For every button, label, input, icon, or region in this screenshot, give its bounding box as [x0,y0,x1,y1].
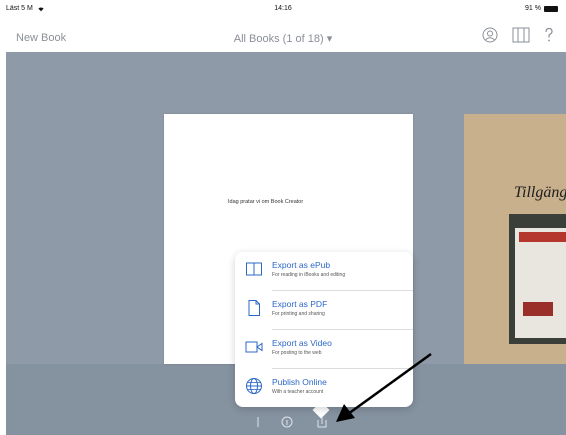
bookshelf-icon[interactable] [512,27,530,43]
menu-item-subtitle: With a teacher account [272,389,324,395]
book-icon [246,262,262,276]
export-popover: Export as ePub For reading in iBooks and… [235,252,413,407]
status-bar: Läst 5 M 14:16 91 % [0,0,566,22]
book2-photo-screen [515,228,566,338]
globe-icon [246,378,262,394]
video-icon [245,341,263,353]
export-video-item[interactable]: Export as Video For posting to the web [235,330,413,368]
menu-item-subtitle: For posting to the web [272,350,322,356]
menu-item-title: Publish Online [272,377,327,387]
status-right: 91 % [525,5,558,12]
document-icon [248,300,260,316]
nav-icons [482,27,554,43]
battery-percent: 91 % [525,5,541,12]
menu-item-title: Export as ePub [272,260,331,270]
nav-bar: New Book All Books (1 of 18) ▾ [0,22,566,52]
menu-item-title: Export as Video [272,338,332,348]
publish-online-item[interactable]: Publish Online With a teacher account [235,369,413,407]
book2-title: Tillgäng [514,184,566,201]
info-icon[interactable] [281,416,293,428]
book2-photo [509,214,566,344]
export-epub-item[interactable]: Export as ePub For reading in iBooks and… [235,252,413,290]
help-icon[interactable] [544,27,554,43]
menu-item-subtitle: For printing and sharing [272,311,325,317]
account-icon[interactable] [482,27,498,43]
menu-item-title: Export as PDF [272,299,328,309]
share-icon[interactable] [316,416,328,428]
menu-item-subtitle: For reading in iBooks and editing [272,272,346,278]
export-pdf-item[interactable]: Export as PDF For printing and sharing [235,291,413,329]
status-time: 14:16 [274,5,292,12]
book-cover-text: Idag pratar vi om Book Creator [228,199,304,205]
book2-photo-logo [523,302,553,316]
battery-icon [544,5,558,12]
book2-photo-banner [519,232,566,242]
add-page-icon[interactable] [254,416,262,428]
book-cover-next[interactable]: Tillgäng [464,114,566,364]
